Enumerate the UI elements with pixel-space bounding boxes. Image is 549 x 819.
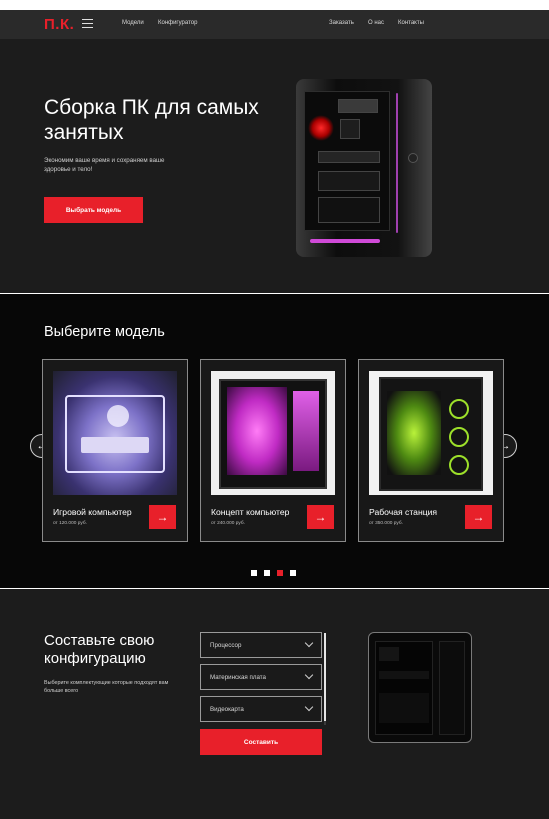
page: П.К. Модели Конфигуратор Заказать О нас … xyxy=(0,10,549,819)
menu-icon[interactable] xyxy=(82,19,93,28)
carousel-dot-4[interactable] xyxy=(290,570,296,576)
model-card-gaming[interactable]: Игровой компьютер от 120.000 руб. → xyxy=(42,359,188,542)
model-card-concept[interactable]: Концепт компьютер от 240.000 руб. → xyxy=(200,359,346,542)
nav-link-models[interactable]: Модели xyxy=(122,20,144,26)
chevron-down-icon xyxy=(304,702,314,712)
nav-link-about[interactable]: О нас xyxy=(368,20,384,26)
hero-pc-image xyxy=(296,79,432,257)
card-price: от 120.000 руб. xyxy=(53,521,87,526)
models-title: Выберите модель xyxy=(44,324,165,340)
card-name: Игровой компьютер xyxy=(53,507,132,517)
card-name: Рабочая станция xyxy=(369,507,438,517)
compose-button[interactable]: Составить xyxy=(200,729,322,755)
card-arrow-button[interactable]: → xyxy=(465,505,492,529)
nav-link-contacts[interactable]: Контакты xyxy=(398,20,424,26)
select-motherboard[interactable]: Материнская плата xyxy=(200,664,322,690)
config-pc-preview xyxy=(368,632,472,743)
hero-section: Сборка ПК для самых занятых Экономим ваш… xyxy=(0,39,549,293)
chevron-down-icon xyxy=(304,670,314,680)
card-price: от 240.000 руб. xyxy=(211,521,245,526)
nav-link-configurator[interactable]: Конфигуратор xyxy=(158,20,197,26)
concept-pc-image xyxy=(211,371,335,495)
config-title: Составьте свою конфигурацию xyxy=(44,632,155,667)
select-label: Процессор xyxy=(210,642,242,649)
carousel-dot-3[interactable] xyxy=(277,570,283,576)
select-label: Материнская плата xyxy=(210,674,266,681)
config-subtitle: Выберите комплектующие которые подходят … xyxy=(44,680,169,694)
card-arrow-button[interactable]: → xyxy=(149,505,176,529)
card-price: от 350.000 руб. xyxy=(369,521,403,526)
card-name: Концепт компьютер xyxy=(211,507,290,517)
hero-subtitle: Экономим ваше время и сохраняем ваше здо… xyxy=(44,157,165,173)
choose-model-button[interactable]: Выбрать модель xyxy=(44,197,143,223)
hero-title: Сборка ПК для самых занятых xyxy=(44,96,259,144)
top-nav: П.К. Модели Конфигуратор Заказать О нас … xyxy=(0,10,549,39)
select-label: Видеокарта xyxy=(210,706,244,713)
model-card-workstation[interactable]: Рабочая станция от 350.000 руб. → xyxy=(358,359,504,542)
chevron-down-icon xyxy=(304,638,314,648)
select-gpu[interactable]: Видеокарта xyxy=(200,696,322,722)
nav-link-order[interactable]: Заказать xyxy=(329,20,354,26)
workstation-pc-image xyxy=(369,371,493,495)
models-section: Выберите модель ← → Игровой компьютер от… xyxy=(0,294,549,588)
gaming-pc-image xyxy=(53,371,177,495)
carousel-dot-1[interactable] xyxy=(251,570,257,576)
card-arrow-button[interactable]: → xyxy=(307,505,334,529)
config-section: Составьте свою конфигурацию Выберите ком… xyxy=(0,589,549,819)
select-processor[interactable]: Процессор xyxy=(200,632,322,658)
scrollbar-thumb[interactable] xyxy=(324,633,326,721)
carousel-dot-2[interactable] xyxy=(264,570,270,576)
logo[interactable]: П.К. xyxy=(44,16,74,33)
